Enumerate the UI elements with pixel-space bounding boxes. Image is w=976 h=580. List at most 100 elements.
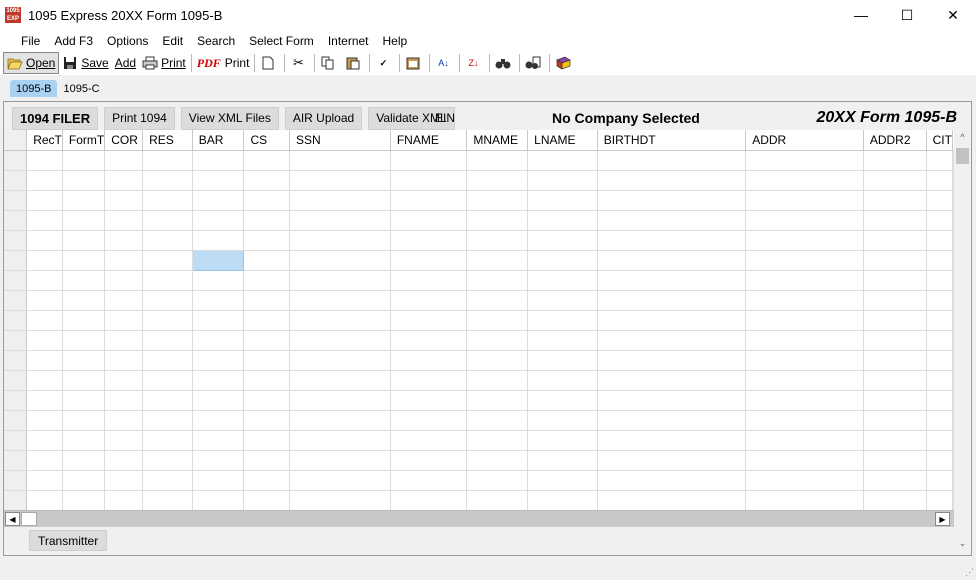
grid-cell[interactable] — [104, 270, 144, 291]
grid-cell[interactable] — [289, 410, 391, 431]
row-header[interactable] — [4, 230, 28, 251]
grid-cell[interactable] — [527, 230, 598, 251]
grid-cell[interactable] — [390, 290, 468, 311]
grid-cell[interactable] — [745, 190, 864, 211]
grid-cell[interactable] — [527, 490, 598, 510]
menu-options[interactable]: Options — [100, 34, 155, 48]
cut-button[interactable]: ✂ — [287, 52, 312, 74]
grid-cell[interactable] — [62, 450, 106, 471]
row-header[interactable] — [4, 250, 28, 271]
grid-cell[interactable] — [26, 370, 63, 391]
grid-cell[interactable] — [466, 250, 529, 271]
grid-cell[interactable] — [243, 350, 291, 371]
grid-cell[interactable] — [243, 290, 291, 311]
grid-cell[interactable] — [745, 150, 864, 171]
grid-cell[interactable] — [192, 270, 245, 291]
grid-cell[interactable] — [142, 150, 193, 171]
grid-cell[interactable] — [243, 230, 291, 251]
grid-cell[interactable] — [104, 290, 144, 311]
grid-cell[interactable] — [62, 470, 106, 491]
grid-cell[interactable] — [390, 170, 468, 191]
grid-cell[interactable] — [142, 230, 193, 251]
grid-cell[interactable] — [527, 210, 598, 231]
grid-cell[interactable] — [104, 310, 144, 331]
grid-cell[interactable] — [26, 230, 63, 251]
menu-select-form[interactable]: Select Form — [242, 34, 321, 48]
open-button[interactable]: Open — [3, 52, 60, 74]
grid-cell[interactable] — [745, 330, 864, 351]
grid-cell[interactable] — [390, 490, 468, 510]
grid-cell[interactable] — [289, 270, 391, 291]
grid-cell[interactable] — [597, 290, 747, 311]
grid-cell[interactable] — [62, 170, 106, 191]
row-header[interactable] — [4, 490, 28, 510]
grid-cell[interactable] — [926, 390, 954, 411]
grid-cell[interactable] — [243, 170, 291, 191]
grid-cell[interactable] — [597, 490, 747, 510]
resize-grip-icon[interactable]: ⋰ — [965, 567, 974, 578]
transmitter-button[interactable]: Transmitter — [29, 530, 108, 551]
grid-cell[interactable] — [192, 390, 245, 411]
grid-cell[interactable] — [104, 250, 144, 271]
grid-cell[interactable] — [142, 210, 193, 231]
grid-cell[interactable] — [926, 150, 954, 171]
column-header[interactable]: BIRTHDT — [597, 130, 747, 151]
grid-cell[interactable] — [863, 310, 927, 331]
grid-cell[interactable] — [863, 330, 927, 351]
grid-cell[interactable] — [466, 310, 529, 331]
add-button[interactable]: Add — [112, 52, 139, 74]
grid-cell[interactable] — [926, 310, 954, 331]
grid-cell[interactable] — [745, 250, 864, 271]
grid-cell[interactable] — [289, 370, 391, 391]
grid-cell[interactable] — [745, 350, 864, 371]
grid-cell[interactable] — [142, 290, 193, 311]
grid-cell[interactable] — [104, 470, 144, 491]
grid-cell[interactable] — [527, 310, 598, 331]
grid-cell[interactable] — [466, 170, 529, 191]
grid-cell[interactable] — [466, 270, 529, 291]
grid-cell[interactable] — [597, 150, 747, 171]
column-header[interactable]: SSN — [289, 130, 391, 151]
grid-cell[interactable] — [745, 450, 864, 471]
grid-cell[interactable] — [527, 370, 598, 391]
grid-cell[interactable] — [243, 450, 291, 471]
grid-cell[interactable] — [289, 490, 391, 510]
grid-cell[interactable] — [863, 490, 927, 510]
column-header[interactable]: FNAME — [390, 130, 468, 151]
grid-cell[interactable] — [62, 370, 106, 391]
column-header[interactable]: COR — [104, 130, 144, 151]
grid-cell[interactable] — [192, 350, 245, 371]
grid-cell[interactable] — [745, 390, 864, 411]
tab-1095-c[interactable]: 1095-C — [57, 80, 105, 97]
menu-file[interactable]: File — [14, 34, 47, 48]
grid-cell[interactable] — [289, 170, 391, 191]
spellcheck-button[interactable]: ✓ — [372, 52, 397, 74]
grid-cell[interactable] — [597, 430, 747, 451]
grid-cell[interactable] — [390, 230, 468, 251]
grid-cell[interactable] — [289, 330, 391, 351]
grid-cell[interactable] — [597, 330, 747, 351]
row-header[interactable] — [4, 330, 28, 351]
grid-cell[interactable] — [104, 370, 144, 391]
grid-cell[interactable] — [745, 430, 864, 451]
grid-cell[interactable] — [527, 270, 598, 291]
paste-button[interactable] — [342, 52, 367, 74]
grid-cell[interactable] — [62, 190, 106, 211]
grid-cell[interactable] — [192, 190, 245, 211]
grid-cell[interactable] — [390, 150, 468, 171]
grid-cell[interactable] — [26, 190, 63, 211]
grid-cell[interactable] — [926, 230, 954, 251]
grid-cell[interactable] — [62, 270, 106, 291]
new-document-button[interactable] — [257, 52, 282, 74]
copy-button[interactable] — [317, 52, 342, 74]
help-book-button[interactable] — [552, 52, 577, 74]
grid-cell[interactable] — [863, 210, 927, 231]
paste-special-button[interactable] — [402, 52, 427, 74]
grid-cell[interactable] — [243, 150, 291, 171]
grid-cell[interactable] — [466, 450, 529, 471]
grid-cell[interactable] — [466, 210, 529, 231]
column-header[interactable]: ADDR2 — [863, 130, 927, 151]
grid-cell[interactable] — [192, 170, 245, 191]
grid-cell[interactable] — [926, 370, 954, 391]
grid-cell[interactable] — [26, 290, 63, 311]
